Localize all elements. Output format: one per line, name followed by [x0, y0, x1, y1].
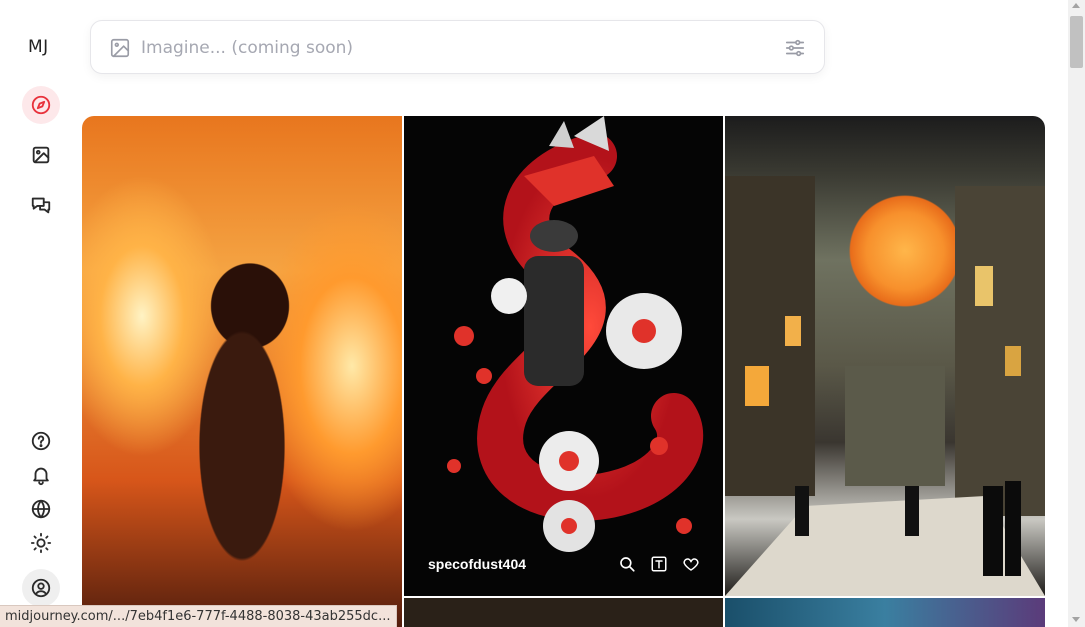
help-button[interactable] — [22, 422, 60, 460]
profile-icon — [31, 578, 51, 598]
sidebar: MJ — [0, 0, 82, 627]
heart-icon — [683, 558, 699, 571]
scroll-up-arrow[interactable] — [1072, 3, 1080, 8]
sun-icon — [30, 532, 52, 554]
logo[interactable]: MJ — [28, 37, 49, 57]
dragon-artwork — [447, 116, 704, 552]
theme-toggle-button[interactable] — [22, 524, 60, 562]
language-button[interactable] — [22, 490, 60, 528]
street-artwork — [725, 176, 1045, 596]
gallery-image-dragon-samurai[interactable]: specofdust404 — [404, 116, 723, 596]
imagine-bar — [90, 20, 825, 74]
status-bar-url: midjourney.com/.../7eb4f1e6-777f-4488-80… — [0, 605, 398, 627]
image-actions — [617, 554, 701, 574]
globe-icon — [31, 499, 51, 519]
sidebar-item-chat[interactable] — [22, 186, 60, 224]
gallery-image-row2-a[interactable] — [404, 598, 723, 627]
profile-button[interactable] — [22, 569, 60, 607]
settings-sliders-icon[interactable] — [784, 37, 806, 59]
sidebar-item-explore[interactable] — [22, 86, 60, 124]
gallery-image-row2-b[interactable] — [725, 598, 1045, 627]
like-button[interactable] — [681, 554, 701, 574]
help-icon — [31, 431, 51, 451]
scroll-thumb[interactable] — [1070, 16, 1083, 68]
page-scrollbar[interactable] — [1068, 0, 1085, 627]
chat-icon — [31, 197, 51, 214]
image-upload-icon[interactable] — [109, 37, 131, 59]
image-icon — [32, 146, 50, 164]
search-icon — [620, 557, 635, 572]
bell-icon — [33, 467, 49, 486]
text-prompt-icon — [651, 556, 667, 572]
image-author[interactable]: specofdust404 — [428, 556, 526, 572]
scroll-down-arrow[interactable] — [1072, 617, 1080, 622]
compass-icon — [31, 95, 51, 115]
copy-prompt-button[interactable] — [649, 554, 669, 574]
search-similar-button[interactable] — [617, 554, 637, 574]
notifications-button[interactable] — [22, 456, 60, 494]
imagine-input[interactable] — [141, 35, 761, 61]
sidebar-item-create[interactable] — [22, 136, 60, 174]
page: MJ Imagine... (coming soon) specofdust40… — [0, 0, 1085, 627]
gallery-image-street-sunset[interactable] — [725, 116, 1045, 596]
gallery-image-fire-woman[interactable] — [82, 116, 402, 627]
image-gallery: specofdust404 — [82, 116, 1045, 627]
